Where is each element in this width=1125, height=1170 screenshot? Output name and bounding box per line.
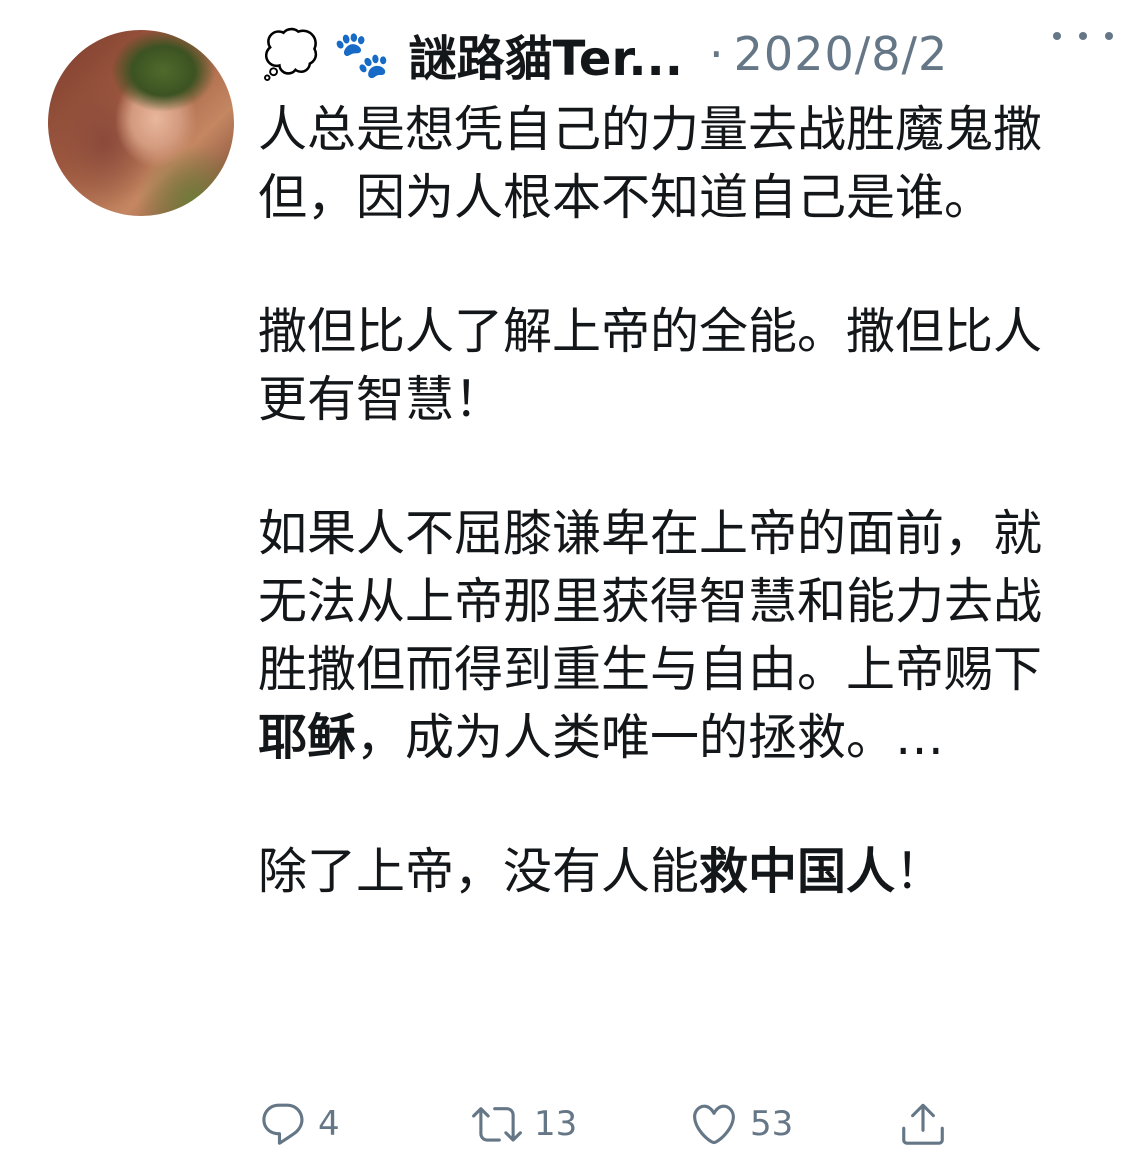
- display-name[interactable]: 謎路貓Ter...: [409, 19, 683, 89]
- reply-icon: [262, 1103, 304, 1145]
- retweet-icon: [472, 1107, 522, 1142]
- tweet-paragraph-4-text-c: ！: [895, 843, 945, 900]
- tweet-paragraph-3: 如果人不屈膝谦卑在上帝的面前，就无法从上帝那里获得智慧和能力去战胜撒但而得到重生…: [258, 500, 1058, 772]
- tweet-header: 💭 🐾 謎路貓Ter... · 2020/8/2: [262, 18, 1102, 90]
- tweet-text: 人总是想凭自己的力量去战胜魔鬼撒但，因为人根本不知道自己是谁。 撒但比人了解上帝…: [258, 96, 1058, 906]
- tweet-paragraph-4-bold: 救中国人: [699, 843, 896, 900]
- thought-bubble-emoji: 💭: [262, 27, 320, 81]
- tweet-paragraph-3-bold: 耶稣: [258, 709, 357, 766]
- separator-dot: ·: [709, 27, 724, 81]
- reply-button[interactable]: 4: [258, 1096, 340, 1152]
- share-icon: [902, 1103, 944, 1145]
- like-button[interactable]: 53: [688, 1096, 793, 1152]
- avatar[interactable]: [48, 30, 234, 216]
- tweet-paragraph-2: 撒但比人了解上帝的全能。撒但比人更有智慧！: [258, 303, 1043, 428]
- paw-prints-emoji: 🐾: [333, 27, 391, 81]
- tweet-paragraph-4: 除了上帝，没有人能救中国人！: [258, 838, 1058, 906]
- tweet-date[interactable]: 2020/8/2: [734, 27, 949, 81]
- retweet-count: 13: [534, 1104, 578, 1144]
- more-icon[interactable]: [1053, 18, 1113, 54]
- retweet-button[interactable]: 13: [470, 1096, 577, 1152]
- tweet-actions: 4 13 53: [258, 1096, 978, 1156]
- tweet-paragraph-4-text-a: 除了上帝，没有人能: [258, 843, 700, 900]
- tweet-paragraph-1: 人总是想凭自己的力量去战胜魔鬼撒但，因为人根本不知道自己是谁。: [258, 101, 1043, 226]
- tweet-paragraph-3-text-c: ，成为人类唯一的拯救。…: [356, 709, 945, 766]
- share-button[interactable]: [898, 1096, 948, 1152]
- reply-count: 4: [318, 1104, 340, 1144]
- like-count: 53: [750, 1104, 794, 1144]
- tweet-paragraph-3-text-a: 如果人不屈膝谦卑在上帝的面前，就无法从上帝那里获得智慧和能力去战胜撒但而得到重生…: [258, 505, 1043, 698]
- like-icon: [693, 1104, 735, 1145]
